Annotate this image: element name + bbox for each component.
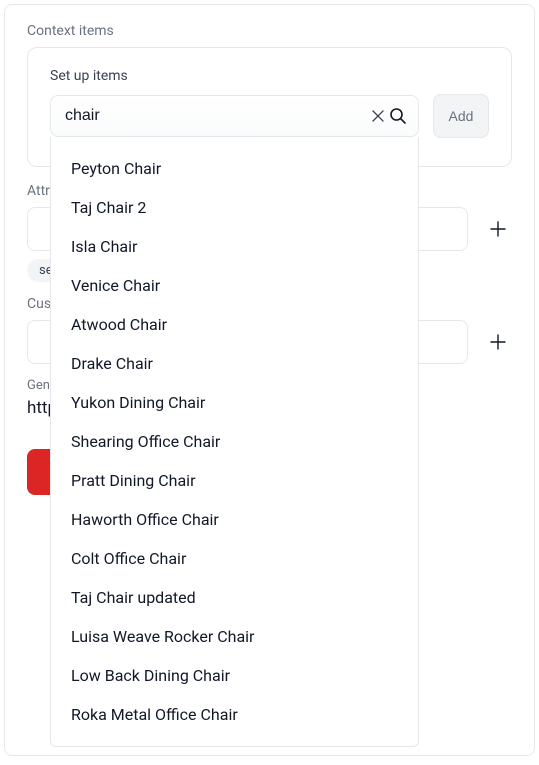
search-input[interactable] xyxy=(65,107,368,125)
page-container: Context items Set up items Peyton ChairT… xyxy=(4,4,535,756)
dropdown-item[interactable]: Shearing Office Chair xyxy=(51,422,418,461)
search-box[interactable] xyxy=(50,95,419,137)
dropdown-item[interactable]: Pratt Dining Chair xyxy=(51,461,418,500)
dropdown-item[interactable]: Peyton Chair xyxy=(51,149,418,188)
custom-add-button[interactable] xyxy=(484,328,512,356)
dropdown-item[interactable]: Colt Office Chair xyxy=(51,539,418,578)
dropdown-item[interactable]: Drake Chair xyxy=(51,344,418,383)
dropdown-item[interactable]: Roka Metal Office Chair xyxy=(51,695,418,734)
dropdown-item[interactable]: Low Back Dining Chair xyxy=(51,656,418,695)
context-card: Set up items Peyton ChairTaj Chair 2Isla… xyxy=(27,47,512,167)
search-dropdown[interactable]: Peyton ChairTaj Chair 2Isla ChairVenice … xyxy=(50,137,419,747)
dropdown-item[interactable]: Atwood Chair xyxy=(51,305,418,344)
attributes-add-button[interactable] xyxy=(484,215,512,243)
dropdown-item[interactable]: Yukon Dining Chair xyxy=(51,383,418,422)
setup-items-label: Set up items xyxy=(50,68,489,84)
clear-icon[interactable] xyxy=(368,106,388,126)
search-container: Peyton ChairTaj Chair 2Isla ChairVenice … xyxy=(50,95,419,137)
dropdown-item[interactable]: Haworth Office Chair xyxy=(51,500,418,539)
dropdown-item[interactable]: Taj Chair updated xyxy=(51,578,418,617)
dropdown-item[interactable]: Luisa Weave Rocker Chair xyxy=(51,617,418,656)
dropdown-item[interactable]: Taj Chair 2 xyxy=(51,188,418,227)
dropdown-item[interactable]: Isla Chair xyxy=(51,227,418,266)
add-button[interactable]: Add xyxy=(433,94,489,138)
search-icon[interactable] xyxy=(388,106,408,126)
context-items-label: Context items xyxy=(27,23,512,39)
search-row: Peyton ChairTaj Chair 2Isla ChairVenice … xyxy=(50,94,489,138)
dropdown-item[interactable]: Venice Chair xyxy=(51,266,418,305)
